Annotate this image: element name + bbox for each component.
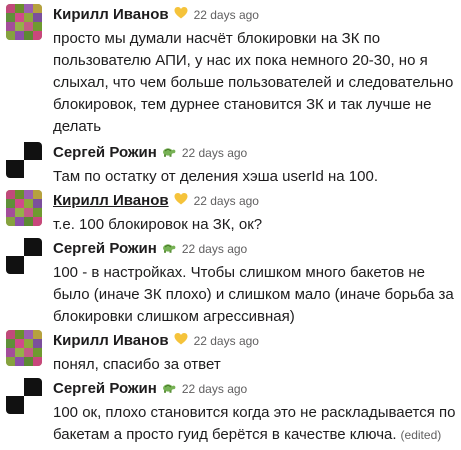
- timestamp[interactable]: 22 days ago: [194, 190, 259, 212]
- avatar-kirill[interactable]: [6, 4, 42, 40]
- turtle-icon: [162, 240, 176, 254]
- yellow-heart-icon: [174, 192, 188, 206]
- message-item: Кирилл Иванов 22 days ago т.е. 100 блоки…: [0, 190, 461, 234]
- timestamp[interactable]: 22 days ago: [182, 142, 247, 164]
- yellow-heart-icon: [174, 332, 188, 346]
- timestamp[interactable]: 22 days ago: [194, 4, 259, 26]
- message-item: Сергей Рожин 22 days ago Там по остатку …: [0, 142, 461, 186]
- identicon-image: [6, 190, 42, 226]
- message-header: Сергей Рожин 22 days ago: [53, 238, 247, 260]
- author-name[interactable]: Кирилл Иванов: [53, 330, 169, 352]
- checker-avatar-image: [6, 378, 42, 414]
- message-header: Кирилл Иванов 22 days ago: [53, 330, 259, 352]
- author-name[interactable]: Сергей Рожин: [53, 142, 157, 164]
- yellow-heart-icon: [174, 6, 188, 20]
- timestamp[interactable]: 22 days ago: [182, 238, 247, 260]
- avatar-kirill[interactable]: [6, 190, 42, 226]
- turtle-icon: [162, 144, 176, 158]
- author-name[interactable]: Кирилл Иванов: [53, 4, 169, 26]
- checker-avatar-image: [6, 238, 42, 274]
- author-name[interactable]: Кирилл Иванов: [53, 190, 169, 212]
- message-item: Кирилл Иванов 22 days ago понял, спасибо…: [0, 330, 461, 374]
- message-text: 100 ок, плохо становится когда это не ра…: [53, 404, 456, 443]
- avatar-kirill[interactable]: [6, 330, 42, 366]
- edited-label: (edited): [400, 428, 442, 442]
- avatar-sergey[interactable]: [6, 238, 42, 274]
- message-item: Сергей Рожин 22 days ago 100 - в настрой…: [0, 238, 461, 326]
- avatar-sergey[interactable]: [6, 378, 42, 414]
- message-item: Сергей Рожин 22 days ago 100 ок, плохо с…: [0, 378, 461, 446]
- message-text: т.е. 100 блокировок на ЗК, ок?: [53, 216, 263, 233]
- checker-avatar-image: [6, 142, 42, 178]
- message-header: Кирилл Иванов 22 days ago: [53, 190, 259, 212]
- author-name[interactable]: Сергей Рожин: [53, 378, 157, 400]
- message-item: Кирилл Иванов 22 days ago просто мы дума…: [0, 4, 461, 138]
- identicon-image: [6, 330, 42, 366]
- avatar-sergey[interactable]: [6, 142, 42, 178]
- message-header: Сергей Рожин 22 days ago: [53, 378, 247, 400]
- message-text: понял, спасибо за ответ: [53, 356, 221, 373]
- author-name[interactable]: Сергей Рожин: [53, 238, 157, 260]
- identicon-image: [6, 4, 42, 40]
- timestamp[interactable]: 22 days ago: [182, 378, 247, 400]
- message-text: просто мы думали насчёт блокировки на ЗК…: [53, 30, 454, 135]
- message-text: Там по остатку от деления хэша userId на…: [53, 168, 379, 185]
- message-header: Сергей Рожин 22 days ago: [53, 142, 247, 164]
- message-text-container: 100 ок, плохо становится когда это не ра…: [53, 402, 457, 446]
- turtle-icon: [162, 380, 176, 394]
- message-text: 100 - в настройках. Чтобы слишком много …: [53, 264, 454, 325]
- message-header: Кирилл Иванов 22 days ago: [53, 4, 259, 26]
- timestamp[interactable]: 22 days ago: [194, 330, 259, 352]
